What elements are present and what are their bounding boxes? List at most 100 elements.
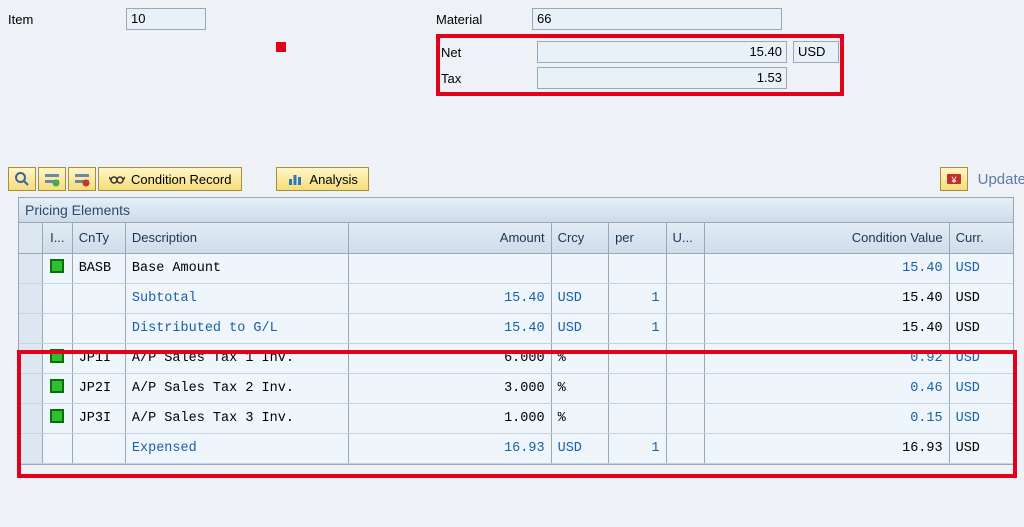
curr-cell: USD [949,253,1013,283]
crcy-cell: USD [551,283,608,313]
cnty-cell [72,433,125,463]
tax-field[interactable]: 1.53 [537,67,787,89]
pricing-elements-grid: Pricing Elements I... CnTy Description A… [18,197,1014,465]
col-inactive[interactable]: I... [42,223,72,253]
uom-cell [666,343,704,373]
annotation-marker [276,42,286,52]
col-cval[interactable]: Condition Value [704,223,949,253]
per-cell[interactable] [609,403,666,433]
table-row[interactable]: BASBBase Amount15.40USD [19,253,1013,283]
crcy-cell: % [551,373,608,403]
per-cell[interactable]: 1 [609,433,666,463]
status-cell [42,373,72,403]
crcy-cell: USD [551,313,608,343]
analysis-label: Analysis [309,172,357,187]
condition-value-cell[interactable]: 15.40 [704,253,949,283]
condition-value-cell[interactable]: 0.92 [704,343,949,373]
condition-value-cell[interactable]: 16.93 [704,433,949,463]
net-tax-highlight: Net 15.40 USD Tax 1.53 [436,34,844,96]
condition-value-cell[interactable]: 15.40 [704,283,949,313]
header-area: Item 10 Material 66 Net 15.40 USD Tax 1.… [0,0,1024,95]
crcy-cell: % [551,343,608,373]
crcy-cell: % [551,403,608,433]
toolbar: Condition Record Analysis ¥ Update [8,165,1024,193]
status-cell [42,283,72,313]
per-cell[interactable] [609,253,666,283]
row-selector[interactable] [19,433,42,463]
per-cell[interactable]: 1 [609,313,666,343]
cnty-cell [72,283,125,313]
condition-value-cell[interactable]: 15.40 [704,313,949,343]
table-row[interactable]: JP2IA/P Sales Tax 2 Inv.3.000%0.46USD [19,373,1013,403]
analysis-button[interactable]: Analysis [276,167,368,191]
curr-cell: USD [949,343,1013,373]
amount-cell[interactable]: 15.40 [349,313,551,343]
uom-cell [666,313,704,343]
table-row[interactable]: Subtotal15.40USD115.40USD [19,283,1013,313]
condition-value-cell[interactable]: 0.46 [704,373,949,403]
currency-convert-button[interactable]: ¥ [940,167,968,191]
description-cell[interactable]: Distributed to G/L [125,313,348,343]
material-net-tax-block: Material 66 Net 15.40 USD Tax 1.53 [436,6,844,96]
row-selector[interactable] [19,283,42,313]
row-add-icon [44,171,60,187]
row-selector[interactable] [19,253,42,283]
item-field[interactable]: 10 [126,8,206,30]
per-cell[interactable] [609,343,666,373]
material-field[interactable]: 66 [532,8,782,30]
table-row[interactable]: Distributed to G/L15.40USD115.40USD [19,313,1013,343]
col-crcy[interactable]: Crcy [551,223,608,253]
curr-cell: USD [949,373,1013,403]
amount-cell[interactable]: 15.40 [349,283,551,313]
amount-cell[interactable]: 1.000 [349,403,551,433]
col-per[interactable]: per [609,223,666,253]
net-label: Net [441,45,531,60]
detail-button[interactable] [8,167,36,191]
description-cell[interactable]: Expensed [125,433,348,463]
amount-cell[interactable] [349,253,551,283]
table-row[interactable]: JP3IA/P Sales Tax 3 Inv.1.000%0.15USD [19,403,1013,433]
description-cell: A/P Sales Tax 2 Inv. [125,373,348,403]
update-label[interactable]: Update [978,171,1024,188]
condition-record-label: Condition Record [131,172,231,187]
condition-value-cell[interactable]: 0.15 [704,403,949,433]
insert-row-button[interactable] [38,167,66,191]
column-header-row: I... CnTy Description Amount Crcy per U.… [19,223,1013,253]
row-selector[interactable] [19,313,42,343]
bar-chart-icon [287,171,303,187]
col-cnty[interactable]: CnTy [72,223,125,253]
row-selector[interactable] [19,373,42,403]
per-cell[interactable] [609,373,666,403]
row-selector[interactable] [19,403,42,433]
col-curr[interactable]: Curr. [949,223,1013,253]
amount-cell[interactable]: 3.000 [349,373,551,403]
description-cell[interactable]: Subtotal [125,283,348,313]
magnifier-icon [14,171,30,187]
col-desc[interactable]: Description [125,223,348,253]
table-row[interactable]: JP1IA/P Sales Tax 1 Inv.6.000%0.92USD [19,343,1013,373]
cnty-cell [72,313,125,343]
status-green-icon [50,349,64,363]
curr-cell: USD [949,403,1013,433]
status-green-icon [50,409,64,423]
col-amount[interactable]: Amount [349,223,551,253]
col-uom[interactable]: U... [666,223,704,253]
grid-title: Pricing Elements [19,198,1013,223]
table-row[interactable]: Expensed16.93USD116.93USD [19,433,1013,463]
description-cell: A/P Sales Tax 3 Inv. [125,403,348,433]
cnty-cell: JP1I [72,343,125,373]
status-green-icon [50,259,64,273]
net-currency-field[interactable]: USD [793,41,839,63]
amount-cell[interactable]: 6.000 [349,343,551,373]
uom-cell [666,253,704,283]
per-cell[interactable]: 1 [609,283,666,313]
net-field[interactable]: 15.40 [537,41,787,63]
amount-cell[interactable]: 16.93 [349,433,551,463]
cnty-cell: BASB [72,253,125,283]
curr-cell: USD [949,433,1013,463]
condition-record-button[interactable]: Condition Record [98,167,242,191]
delete-row-button[interactable] [68,167,96,191]
row-selector[interactable] [19,343,42,373]
item-label: Item [6,12,126,27]
row-delete-icon [74,171,90,187]
